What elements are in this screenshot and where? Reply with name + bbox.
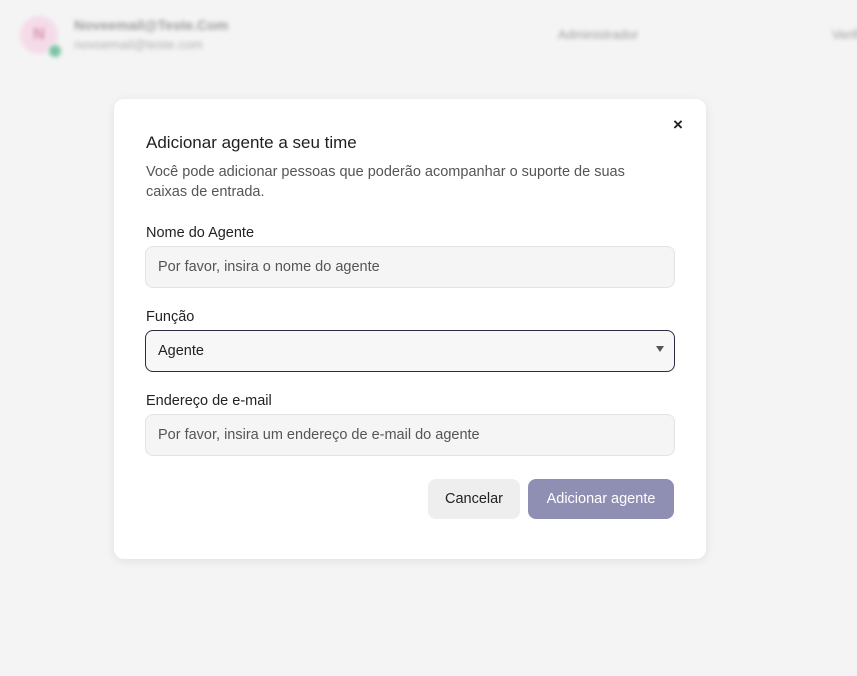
close-icon[interactable]: × — [668, 115, 688, 135]
email-label: Endereço de e-mail — [146, 393, 272, 409]
modal-description: Você pode adicionar pessoas que poderão … — [146, 164, 625, 200]
role-selected-value: Agente — [158, 343, 204, 359]
cancel-button[interactable]: Cancelar — [428, 479, 520, 519]
agent-verification-status: Verificado — [832, 27, 857, 42]
background-agent-row: N Noveemail@Teste.Com novoemail@teste.co… — [0, 0, 857, 70]
add-agent-button[interactable]: Adicionar agente — [528, 479, 674, 519]
chevron-down-icon — [656, 346, 664, 352]
agent-email: novoemail@teste.com — [74, 37, 203, 52]
agent-name-input[interactable] — [145, 246, 675, 288]
role-select[interactable]: Agente — [145, 330, 675, 372]
add-agent-modal: × Adicionar agente a seu time Você pode … — [114, 99, 706, 559]
agent-role: Administrador — [558, 27, 639, 42]
avatar-initial: N — [33, 26, 45, 43]
online-status-dot — [47, 43, 63, 59]
role-label: Função — [146, 309, 195, 325]
email-field[interactable] — [145, 414, 675, 456]
modal-title: Adicionar agente a seu time — [146, 133, 357, 152]
agent-name-label: Nome do Agente — [146, 225, 255, 241]
agent-name: Noveemail@Teste.Com — [74, 17, 229, 33]
